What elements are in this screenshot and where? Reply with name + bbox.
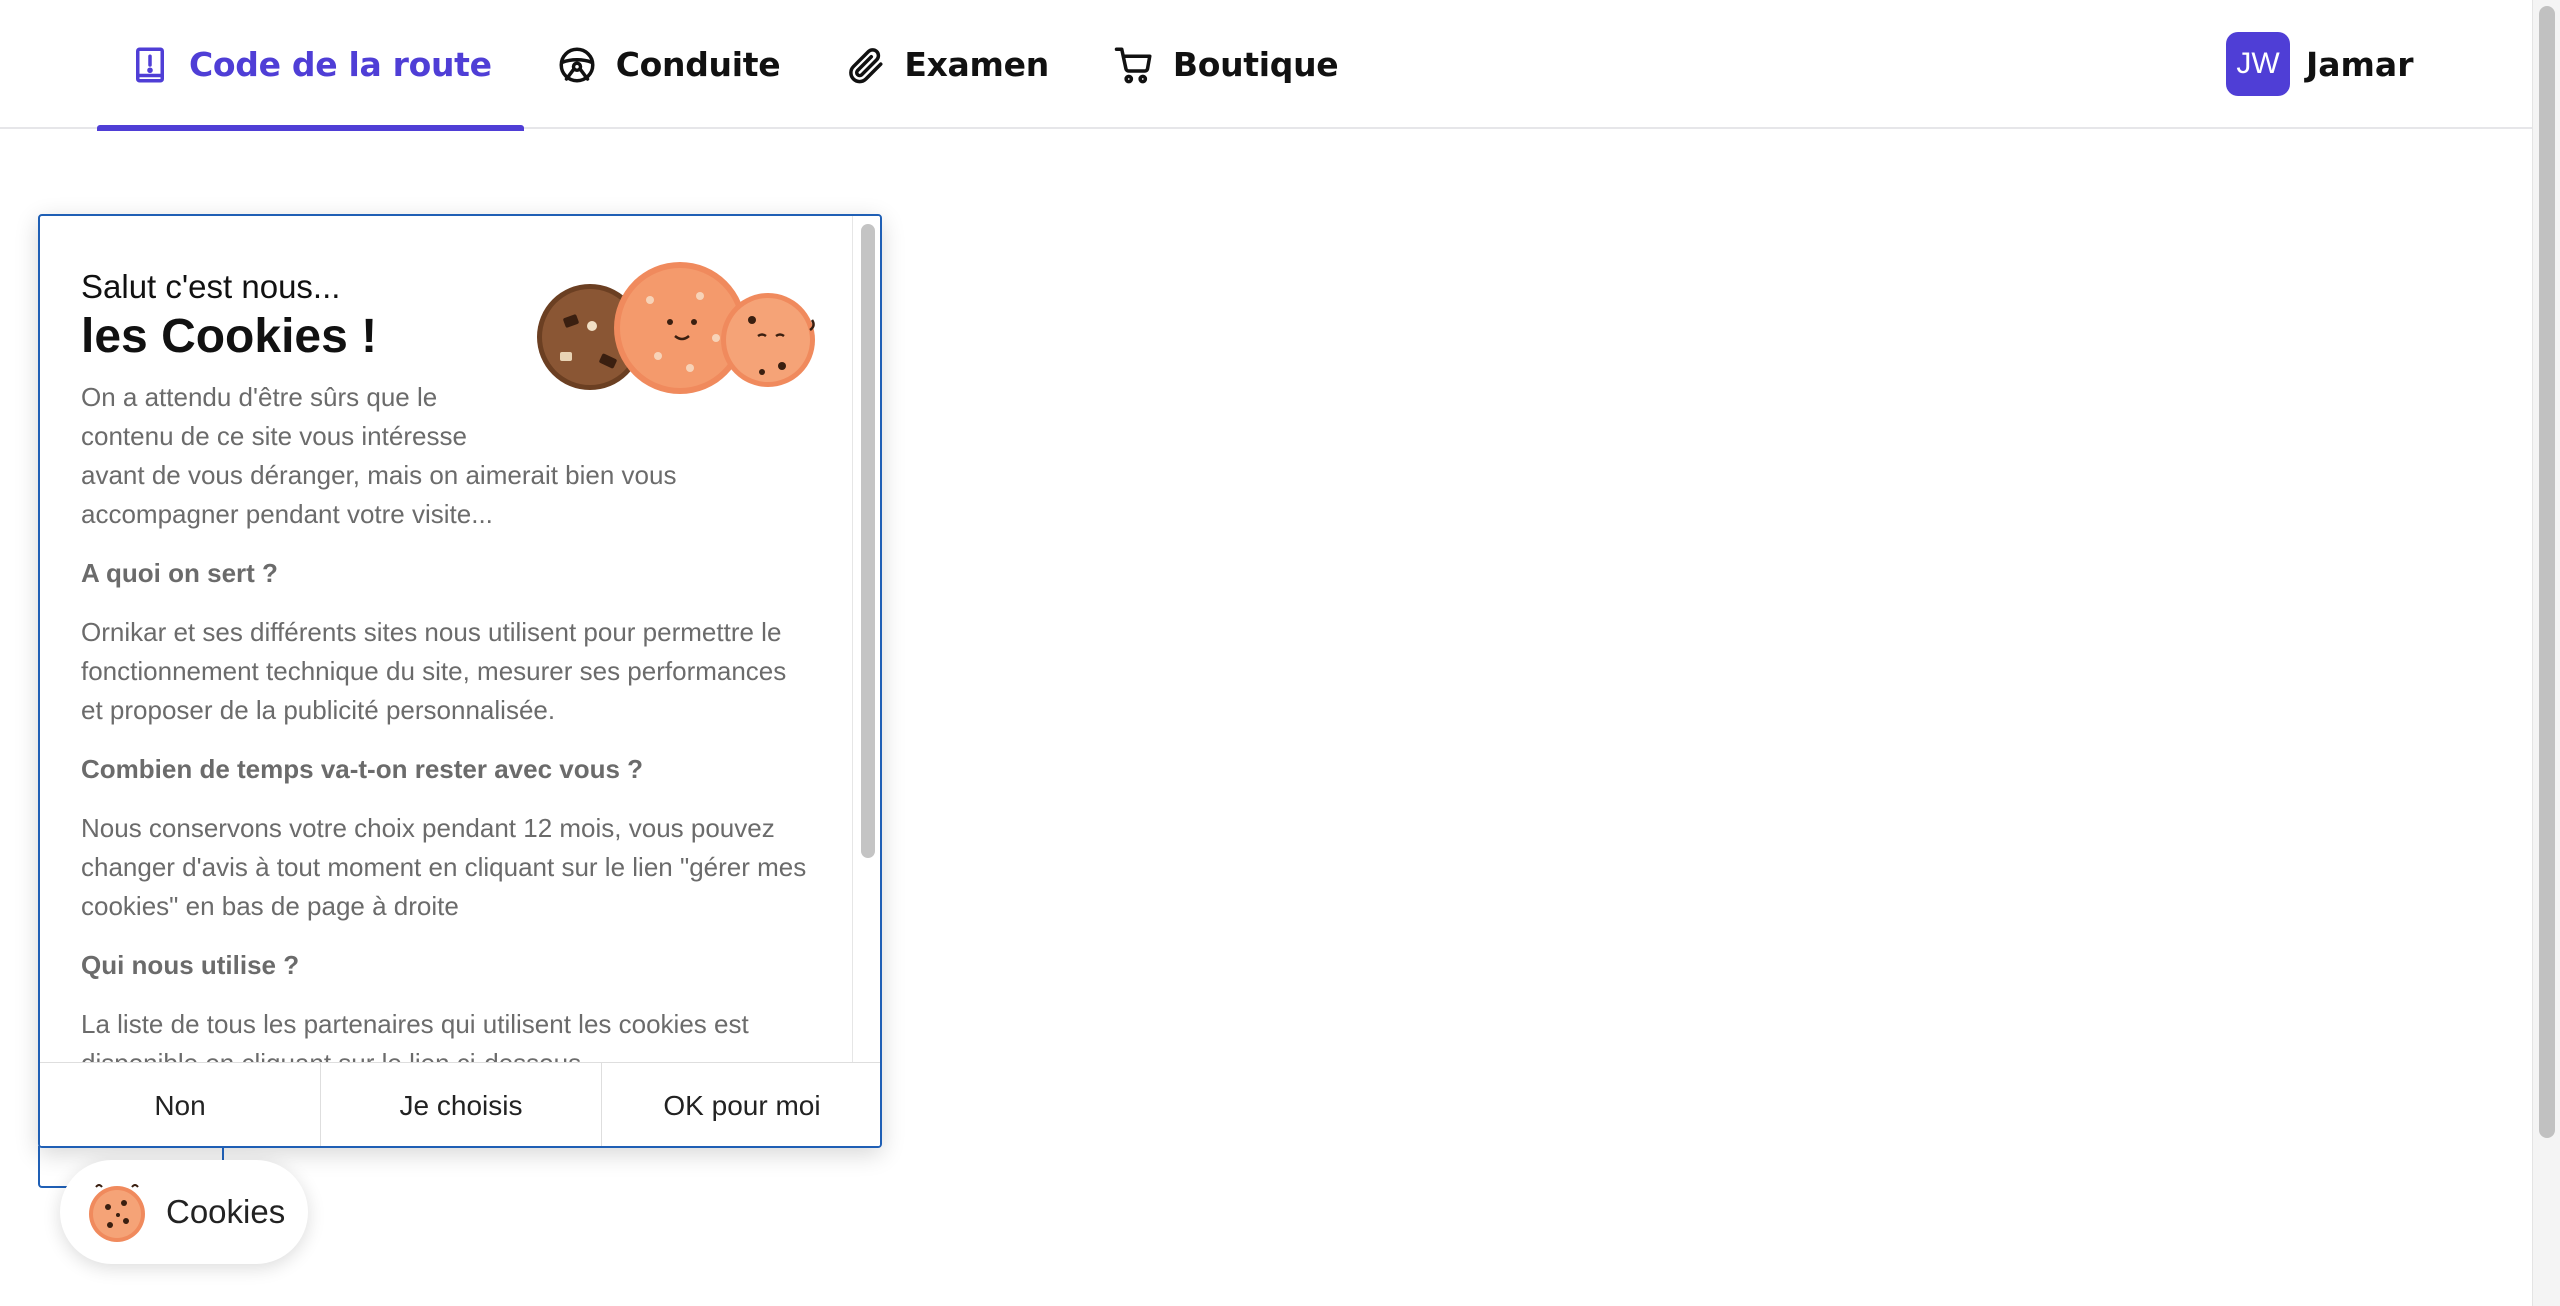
cookies-settings-pill[interactable]: Cookies: [60, 1160, 308, 1264]
avatar: JW: [2226, 32, 2290, 96]
cookie-panel-content: Salut c'est nous... les Cookies ! On a a…: [40, 216, 852, 1062]
cookie-section-text: La liste de tous les partenaires qui uti…: [81, 1009, 749, 1062]
nav-tab-examen[interactable]: Examen: [812, 0, 1081, 129]
cookie-intro-text: On a attendu d'être sûrs que le contenu …: [81, 382, 467, 451]
cookie-intro-text-continued: avant de vous déranger, mais on aimerait…: [81, 460, 677, 529]
cookie-actions: Non Je choisis OK pour moi: [40, 1062, 880, 1146]
page-scrollbar-thumb[interactable]: [2539, 6, 2555, 1138]
road-sign-icon: [129, 44, 171, 86]
nav-tab-label: Boutique: [1172, 45, 1339, 84]
cookies-illustration: [530, 260, 820, 410]
nav-tab-conduite[interactable]: Conduite: [524, 0, 813, 129]
main-nav: Code de la route Conduite Examen Boutiqu…: [97, 0, 1371, 131]
cookie-panel-scrollbar[interactable]: [852, 216, 880, 1062]
cookie-section-title: Combien de temps va-t-on rester avec vou…: [81, 754, 644, 784]
nav-tab-code-de-la-route[interactable]: Code de la route: [97, 0, 524, 131]
customize-cookies-button[interactable]: Je choisis: [320, 1063, 601, 1146]
paperclip-icon: [844, 44, 886, 86]
cookie-section-text: Nous conservons votre choix pendant 12 m…: [81, 813, 807, 921]
user-name: Jamar: [2306, 44, 2414, 84]
top-navigation-bar: Code de la route Conduite Examen Boutiqu…: [0, 0, 2532, 131]
cookies-pill-label: Cookies: [166, 1193, 286, 1230]
steering-wheel-icon: [556, 44, 598, 86]
reject-cookies-button[interactable]: Non: [40, 1063, 320, 1146]
cookie-section-title: A quoi on sert ?: [81, 558, 278, 588]
accept-cookies-button[interactable]: OK pour moi: [601, 1063, 880, 1146]
cookie-section-title: Qui nous utilise ?: [81, 950, 300, 980]
nav-tab-label: Code de la route: [189, 45, 492, 84]
nav-tab-boutique[interactable]: Boutique: [1081, 0, 1371, 129]
page-scrollbar[interactable]: [2532, 0, 2560, 1306]
cookie-section-text: Ornikar et ses différents sites nous uti…: [81, 617, 787, 725]
user-menu[interactable]: JW Jamar: [2226, 32, 2413, 96]
cookie-icon: [84, 1179, 150, 1245]
cookie-consent-panel: Salut c'est nous... les Cookies ! On a a…: [38, 214, 882, 1148]
nav-tab-label: Examen: [904, 45, 1049, 84]
shopping-cart-icon: [1113, 44, 1155, 86]
nav-tab-label: Conduite: [615, 45, 781, 84]
cookie-panel-scrollbar-thumb[interactable]: [861, 224, 875, 858]
